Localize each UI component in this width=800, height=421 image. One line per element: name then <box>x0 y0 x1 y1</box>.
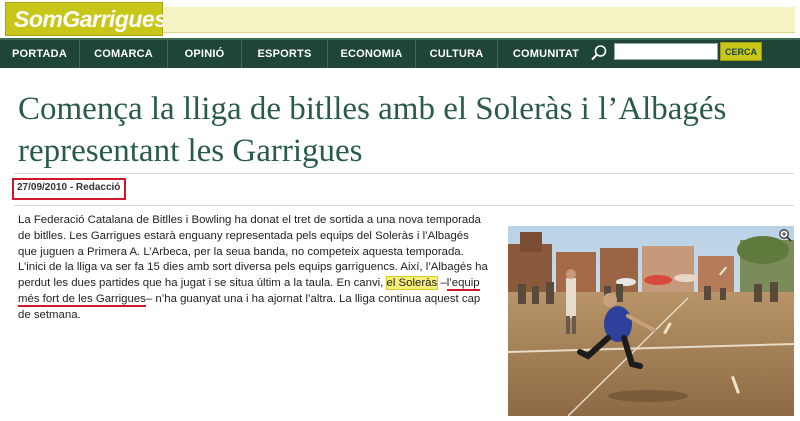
body-dash: – <box>437 277 447 290</box>
meta-divider-top <box>14 173 794 174</box>
bitlles-game-photo <box>508 226 794 416</box>
search-input[interactable] <box>614 43 718 60</box>
header-stripe <box>163 7 795 33</box>
site-logo[interactable]: SomGarrigues <box>5 2 167 36</box>
article-body: La Federació Catalana de Bitlles i Bowli… <box>18 213 490 324</box>
nav-item-comunitat[interactable]: COMUNITAT <box>498 40 594 68</box>
article-meta: 27/09/2010 - Redacció <box>17 182 121 193</box>
nav-item-opinio[interactable]: OPINIÓ <box>168 40 242 68</box>
meta-divider-bottom <box>14 205 794 206</box>
article-photo[interactable] <box>508 226 794 416</box>
search-button[interactable]: CERCA <box>720 42 762 61</box>
search-icon <box>591 45 607 61</box>
nav-item-economia[interactable]: ECONOMIA <box>328 40 416 68</box>
site-header: SomGarrigues <box>0 0 800 38</box>
zoom-icon[interactable] <box>778 228 792 242</box>
nav-item-esports[interactable]: ESPORTS <box>242 40 328 68</box>
article-title: Comença la lliga de bitlles amb el Soler… <box>18 91 727 169</box>
site-logo-text: SomGarrigues <box>14 6 167 32</box>
nav-item-cultura[interactable]: CULTURA <box>416 40 498 68</box>
highlighted-team-name: el Soleràs <box>385 276 439 291</box>
nav-item-portada[interactable]: PORTADA <box>0 40 80 68</box>
nav-item-comarca[interactable]: COMARCA <box>80 40 168 68</box>
